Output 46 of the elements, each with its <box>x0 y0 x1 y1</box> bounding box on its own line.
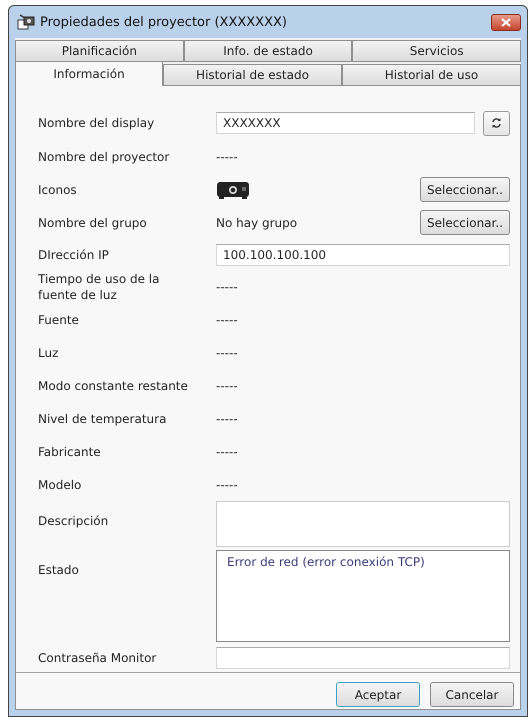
select-button[interactable]: Seleccionar.. <box>420 177 510 202</box>
field-label: Nivel de temperatura <box>38 410 168 426</box>
field-label: Nombre del proyector <box>38 148 170 164</box>
field-value: ----- <box>216 150 239 164</box>
tab[interactable]: Información <box>15 61 163 86</box>
display-name-field[interactable]: XXXXXXX <box>216 112 475 134</box>
tab[interactable]: Info. de estado <box>184 40 352 62</box>
field-label: Fabricante <box>38 444 102 460</box>
field-value: ----- <box>216 444 239 458</box>
projector-app-icon <box>17 14 35 30</box>
refresh-button[interactable] <box>483 110 510 136</box>
field-label: Modelo <box>38 476 82 492</box>
field-value: ----- <box>216 412 239 426</box>
cancel-button[interactable]: Cancelar <box>430 682 514 707</box>
field-label: Modo constante restante <box>38 378 188 394</box>
tab[interactable]: Historial de uso <box>342 64 521 86</box>
refresh-icon <box>491 117 502 129</box>
close-icon <box>501 18 511 26</box>
field-label: Estado <box>38 562 80 578</box>
field-label: Fuente <box>38 312 80 328</box>
field-label: Tiempo de uso de la fuente de luz <box>38 270 160 302</box>
field-label: Luz <box>38 344 60 360</box>
tab[interactable]: Servicios <box>352 40 522 62</box>
field-label: Iconos <box>38 182 78 198</box>
field-value: ----- <box>216 346 239 360</box>
projector-icon <box>216 180 250 200</box>
status-box[interactable]: Error de red (error conexión TCP) <box>216 550 510 642</box>
select-button[interactable]: Seleccionar.. <box>420 210 510 235</box>
field-label: DIrección IP <box>38 246 110 262</box>
input-field[interactable]: 100.100.100.100 <box>216 244 510 266</box>
field-value: ----- <box>216 478 239 492</box>
field-value: ----- <box>216 312 239 326</box>
tab[interactable]: Historial de estado <box>163 64 342 86</box>
field-label: Nombre del grupo <box>38 214 148 230</box>
field-label: Nombre del display <box>38 115 156 131</box>
field-value: ----- <box>216 280 239 294</box>
input-field[interactable] <box>216 647 510 669</box>
window-title: Propiedades del proyector (XXXXXXX) <box>40 14 288 30</box>
field-label: Contraseña Monitor <box>38 650 158 666</box>
close-button[interactable] <box>491 14 521 30</box>
field-label: Descripción <box>38 513 110 529</box>
field-value: No hay grupo <box>216 216 298 230</box>
ok-button[interactable]: Aceptar <box>336 682 420 707</box>
field-value: ----- <box>216 378 239 392</box>
description-field[interactable] <box>216 501 510 547</box>
tab[interactable]: Planificación <box>15 40 184 62</box>
